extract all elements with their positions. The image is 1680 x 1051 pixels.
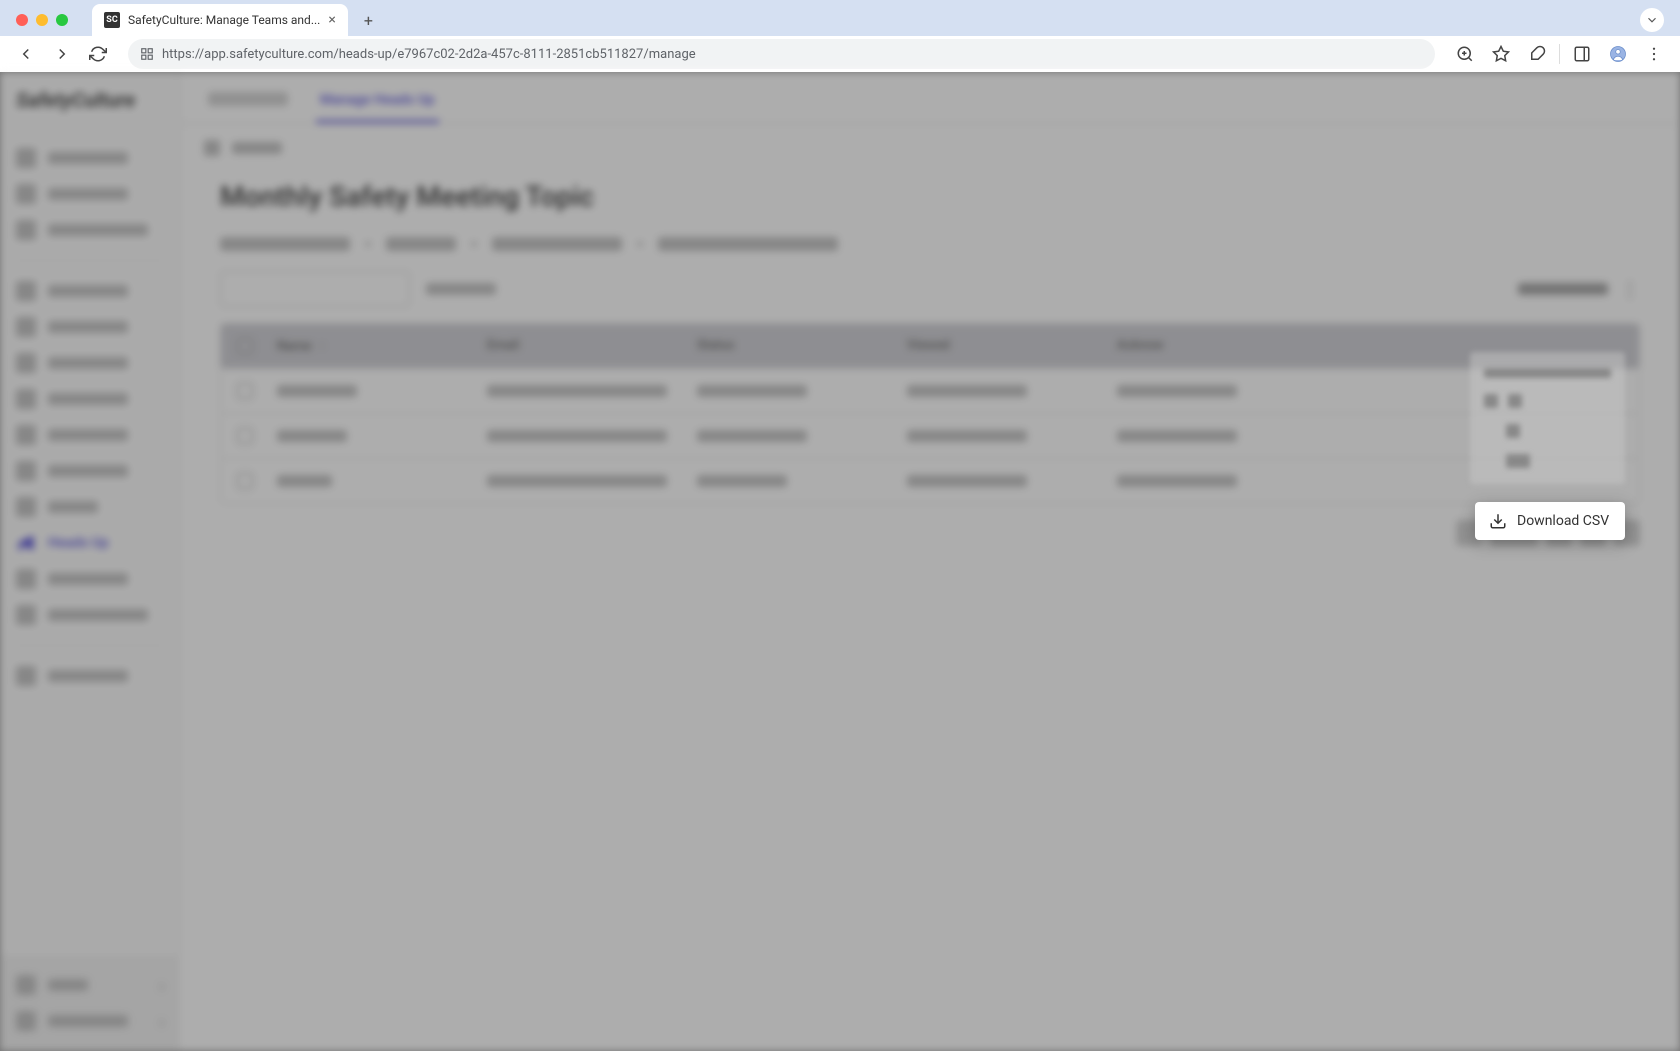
close-window-button[interactable] [16,14,28,26]
sidebar-item[interactable] [12,140,167,176]
page-title: Monthly Safety Meeting Topic [220,180,1640,213]
pagination [220,504,1640,562]
minimize-window-button[interactable] [36,14,48,26]
sidebar-item-label: Heads Up [48,535,109,551]
column-name[interactable]: Name↑ [277,338,487,354]
meta-chip [220,237,350,251]
column-email[interactable]: Email [487,338,697,354]
menu-icon[interactable] [1640,40,1668,68]
url-text: https://app.safetyculture.com/heads-up/e… [162,47,696,62]
column-viewed[interactable]: Viewed [907,338,1117,354]
breadcrumb [180,124,1680,172]
sidebar-footer-item[interactable]: › [12,967,168,1003]
sidebar-item-heads-up[interactable]: Heads Up [12,525,167,561]
data-table: Name↑ Email Status Viewed Acknow [220,323,1640,504]
sidebar-item[interactable] [12,489,167,525]
select-all-checkbox[interactable] [237,338,253,354]
download-icon [1489,512,1507,530]
meta-row [220,237,1640,251]
forward-button[interactable] [48,40,76,68]
tab-title: SafetyCulture: Manage Teams and... [128,13,320,27]
download-csv-button[interactable]: Download CSV [1475,502,1625,540]
sidebar-item[interactable] [12,273,167,309]
table-row[interactable] [221,368,1639,413]
meta-chip [658,237,838,251]
tab-label: Manage Heads Up [320,92,435,108]
filter-chip[interactable] [426,283,496,295]
tab[interactable] [204,84,292,123]
sidebar: SafetyCulture Heads Up › › [0,72,180,1051]
breadcrumb-text[interactable] [232,142,282,154]
row-checkbox[interactable] [237,473,253,489]
table-row[interactable] [221,413,1639,458]
main-area: Manage Heads Up Monthly Safety Meeting T… [180,72,1680,1051]
profile-icon[interactable] [1604,40,1632,68]
bookmark-icon[interactable] [1487,40,1515,68]
logo: SafetyCulture [12,84,167,116]
tab-search-button[interactable] [1640,8,1664,32]
sidebar-item[interactable] [12,453,167,489]
close-tab-icon[interactable]: × [328,12,335,28]
more-actions-button[interactable]: ⋮ [1620,277,1640,301]
table-row[interactable] [221,458,1639,503]
back-icon[interactable] [204,140,220,156]
meta-chip [492,237,622,251]
sidebar-item[interactable] [12,417,167,453]
action-text[interactable] [1518,283,1608,295]
address-bar[interactable]: https://app.safetyculture.com/heads-up/e… [128,39,1435,69]
sidebar-item[interactable] [12,309,167,345]
row-checkbox[interactable] [237,428,253,444]
sidebar-item[interactable] [12,381,167,417]
download-csv-label: Download CSV [1517,513,1609,529]
sort-arrow-icon: ↑ [320,341,325,352]
sidebar-item[interactable] [12,176,167,212]
megaphone-icon [16,533,36,553]
row-checkbox[interactable] [237,383,253,399]
top-tabs: Manage Heads Up [180,72,1680,124]
browser-tab[interactable]: SC SafetyCulture: Manage Teams and... × [92,4,348,36]
sidebar-item[interactable] [12,345,167,381]
window-controls [16,14,68,26]
browser-chrome: SC SafetyCulture: Manage Teams and... × … [0,0,1680,72]
filter-row: ⋮ [220,271,1640,307]
site-settings-icon[interactable] [140,47,154,61]
dropdown-menu-blurred [1470,352,1625,484]
sidebar-item[interactable] [12,658,167,694]
search-input[interactable] [220,271,410,307]
favicon-icon: SC [104,12,120,28]
browser-toolbar: https://app.safetyculture.com/heads-up/e… [0,36,1680,72]
sidebar-item[interactable] [12,597,167,633]
tab-manage-heads-up[interactable]: Manage Heads Up [316,84,439,123]
reload-button[interactable] [84,40,112,68]
tab-bar: SC SafetyCulture: Manage Teams and... × … [0,0,1680,36]
maximize-window-button[interactable] [56,14,68,26]
sidebar-item[interactable] [12,212,167,248]
app-container: SafetyCulture Heads Up › › [0,72,1680,1051]
table-header: Name↑ Email Status Viewed Acknow [221,324,1639,368]
sidebar-item[interactable] [12,561,167,597]
column-status[interactable]: Status [697,338,907,354]
meta-chip [386,237,456,251]
zoom-icon[interactable] [1451,40,1479,68]
extensions-icon[interactable] [1523,40,1551,68]
back-button[interactable] [12,40,40,68]
new-tab-button[interactable]: + [356,7,381,34]
sidebar-footer-item[interactable]: › [12,1003,168,1039]
side-panel-icon[interactable] [1568,40,1596,68]
